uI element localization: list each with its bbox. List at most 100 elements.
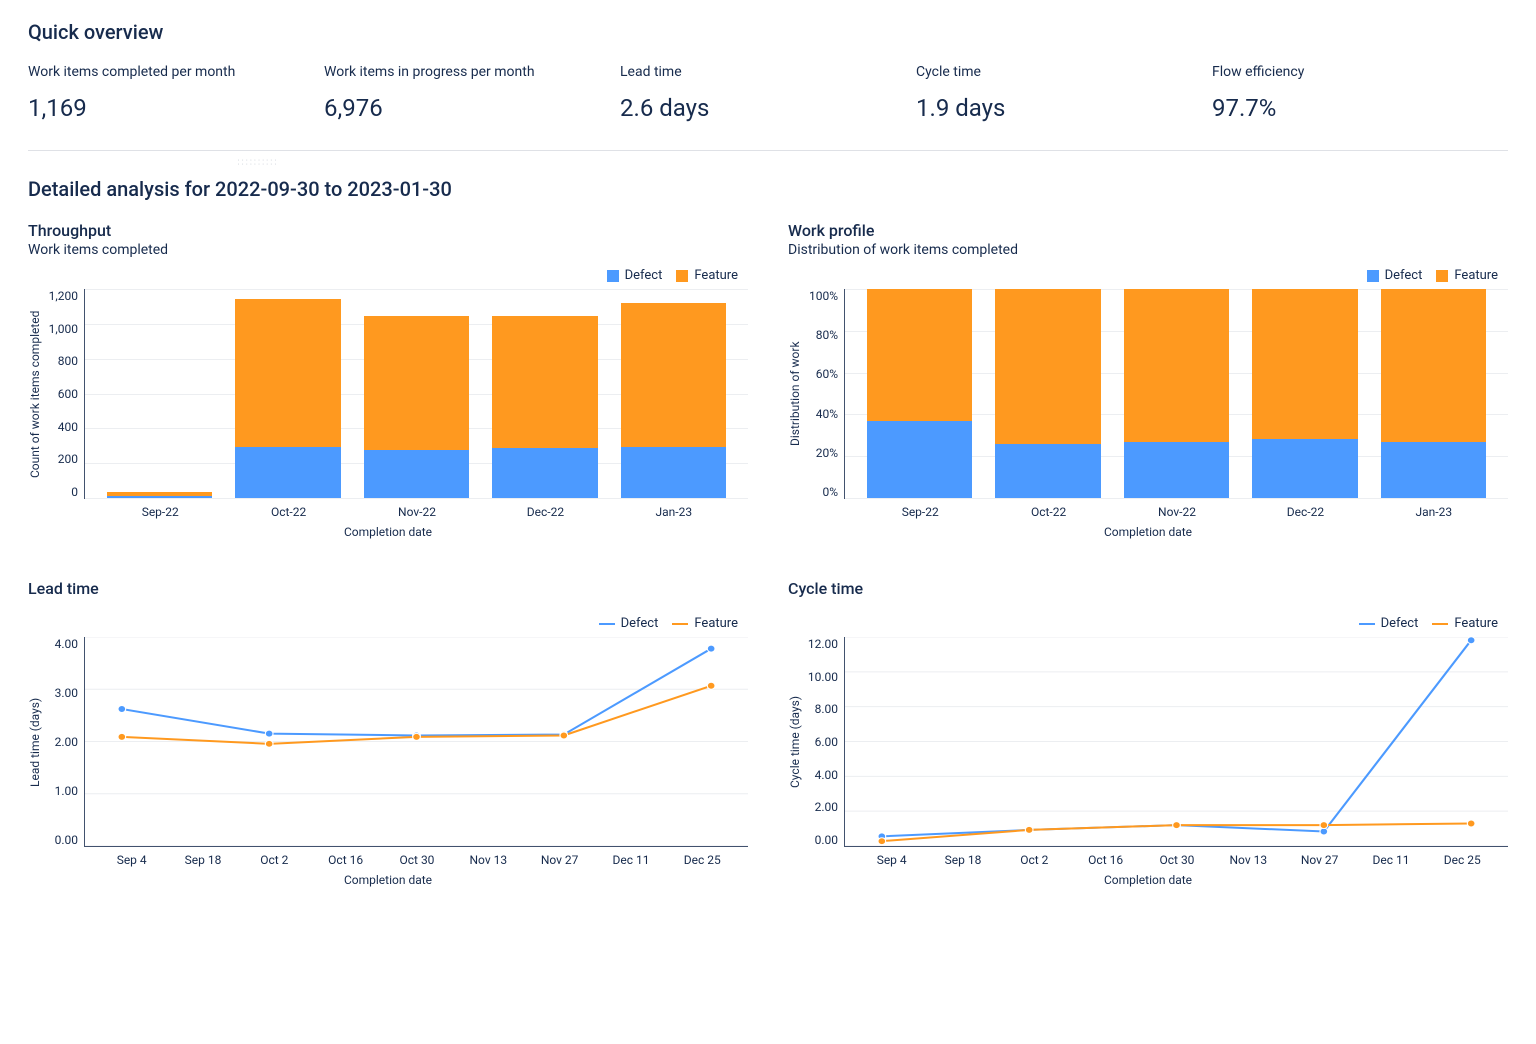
data-point[interactable]: [560, 732, 568, 739]
bar-segment: [995, 444, 1100, 498]
bar-segment: [867, 421, 972, 498]
charts-grid: Throughput Work items completed Defect F…: [28, 221, 1508, 887]
y-tick: 2.00: [802, 800, 838, 814]
y-tick: 0: [42, 485, 78, 499]
x-axis-label: Completion date: [788, 525, 1508, 539]
bar-group: [95, 289, 224, 498]
y-tick: 80%: [802, 328, 838, 342]
y-tick: 1,200: [42, 289, 78, 303]
bar-segment: [1124, 442, 1229, 498]
bar-group: [352, 289, 481, 498]
y-tick: 1.00: [42, 784, 78, 798]
data-point[interactable]: [118, 733, 126, 740]
legend-feature: Feature: [1436, 268, 1498, 283]
y-tick: 60%: [802, 367, 838, 381]
x-tick: Nov 13: [1213, 853, 1284, 867]
y-tick: 400: [42, 420, 78, 434]
y-tick: 4.00: [802, 768, 838, 782]
y-tick: 8.00: [802, 702, 838, 716]
data-point[interactable]: [1173, 822, 1181, 829]
plot-area: [844, 637, 1508, 847]
legend-defect: Defect: [1367, 268, 1423, 283]
bar-group: [855, 289, 984, 498]
bar[interactable]: [867, 289, 972, 498]
y-tick: 12.00: [802, 637, 838, 651]
chart-title: Lead time: [28, 579, 748, 598]
x-tick: Sep-22: [856, 505, 984, 519]
legend-label: Defect: [625, 268, 663, 283]
x-tick: Sep-22: [96, 505, 224, 519]
legend-label: Defect: [1381, 616, 1419, 631]
data-point[interactable]: [265, 730, 273, 737]
legend-feature: Feature: [1432, 616, 1498, 631]
chart-legend: Defect Feature: [28, 616, 748, 631]
y-tick: 800: [42, 354, 78, 368]
swatch-icon: [1436, 270, 1448, 282]
x-tick: Jan-23: [610, 505, 738, 519]
x-tick: Nov 27: [524, 853, 595, 867]
data-point[interactable]: [1320, 828, 1328, 835]
y-ticks: 1,2001,0008006004002000: [42, 289, 84, 499]
bar-segment: [995, 289, 1100, 444]
data-point[interactable]: [1467, 637, 1475, 644]
chart-work-profile: Work profile Distribution of work items …: [788, 221, 1508, 539]
x-tick: Oct 16: [310, 853, 381, 867]
metric-label: Work items completed per month: [28, 64, 324, 80]
resize-handle-icon[interactable]: ····················: [228, 159, 288, 167]
bar[interactable]: [364, 289, 469, 498]
chart-legend: Defect Feature: [788, 616, 1508, 631]
x-tick: Oct 2: [239, 853, 310, 867]
y-ticks: 100%80%60%40%20%0%: [802, 289, 844, 499]
x-tick: Dec 25: [1427, 853, 1498, 867]
x-tick: Nov-22: [353, 505, 481, 519]
x-axis-label: Completion date: [28, 525, 748, 539]
data-point[interactable]: [118, 706, 126, 713]
bar[interactable]: [107, 289, 212, 498]
line-series[interactable]: [882, 640, 1471, 836]
data-point[interactable]: [1320, 822, 1328, 829]
data-point[interactable]: [878, 838, 886, 845]
data-point[interactable]: [707, 682, 715, 689]
y-axis-label: Lead time (days): [28, 637, 42, 847]
data-point[interactable]: [265, 740, 273, 747]
x-tick: Sep 4: [96, 853, 167, 867]
metric-completed: Work items completed per month 1,169: [28, 64, 324, 122]
x-tick: Dec 11: [1355, 853, 1426, 867]
legend-label: Feature: [1454, 268, 1498, 283]
bar[interactable]: [1124, 289, 1229, 498]
metric-value: 6,976: [324, 94, 620, 122]
bar[interactable]: [235, 289, 340, 498]
bar-group: [224, 289, 353, 498]
bar[interactable]: [621, 289, 726, 498]
legend-feature: Feature: [676, 268, 738, 283]
x-tick: Oct 30: [381, 853, 452, 867]
bar-segment: [107, 496, 212, 498]
swatch-icon: [1367, 270, 1379, 282]
bar-group: [1369, 289, 1498, 498]
y-tick: 2.00: [42, 735, 78, 749]
metric-value: 97.7%: [1212, 94, 1508, 122]
bar[interactable]: [1381, 289, 1486, 498]
bar[interactable]: [1252, 289, 1357, 498]
x-ticks: Sep 4Sep 18Oct 2Oct 16Oct 30Nov 13Nov 27…: [28, 847, 748, 867]
metric-label: Flow efficiency: [1212, 64, 1508, 80]
y-tick: 1,000: [42, 322, 78, 336]
y-ticks: 12.0010.008.006.004.002.000.00: [802, 637, 844, 847]
bar-segment: [364, 316, 469, 449]
bar[interactable]: [492, 289, 597, 498]
line-series[interactable]: [122, 649, 711, 736]
data-point[interactable]: [413, 733, 421, 740]
x-tick: Nov-22: [1113, 505, 1241, 519]
metric-cycle-time: Cycle time 1.9 days: [916, 64, 1212, 122]
plot-area: [84, 289, 748, 499]
y-ticks: 4.003.002.001.000.00: [42, 637, 84, 847]
y-tick: 0.00: [802, 833, 838, 847]
legend-defect: Defect: [1359, 616, 1419, 631]
data-point[interactable]: [1467, 820, 1475, 827]
data-point[interactable]: [1025, 826, 1033, 833]
bar[interactable]: [995, 289, 1100, 498]
data-point[interactable]: [707, 645, 715, 652]
x-axis-label: Completion date: [28, 873, 748, 887]
x-tick: Dec-22: [1241, 505, 1369, 519]
legend-label: Feature: [694, 616, 738, 631]
